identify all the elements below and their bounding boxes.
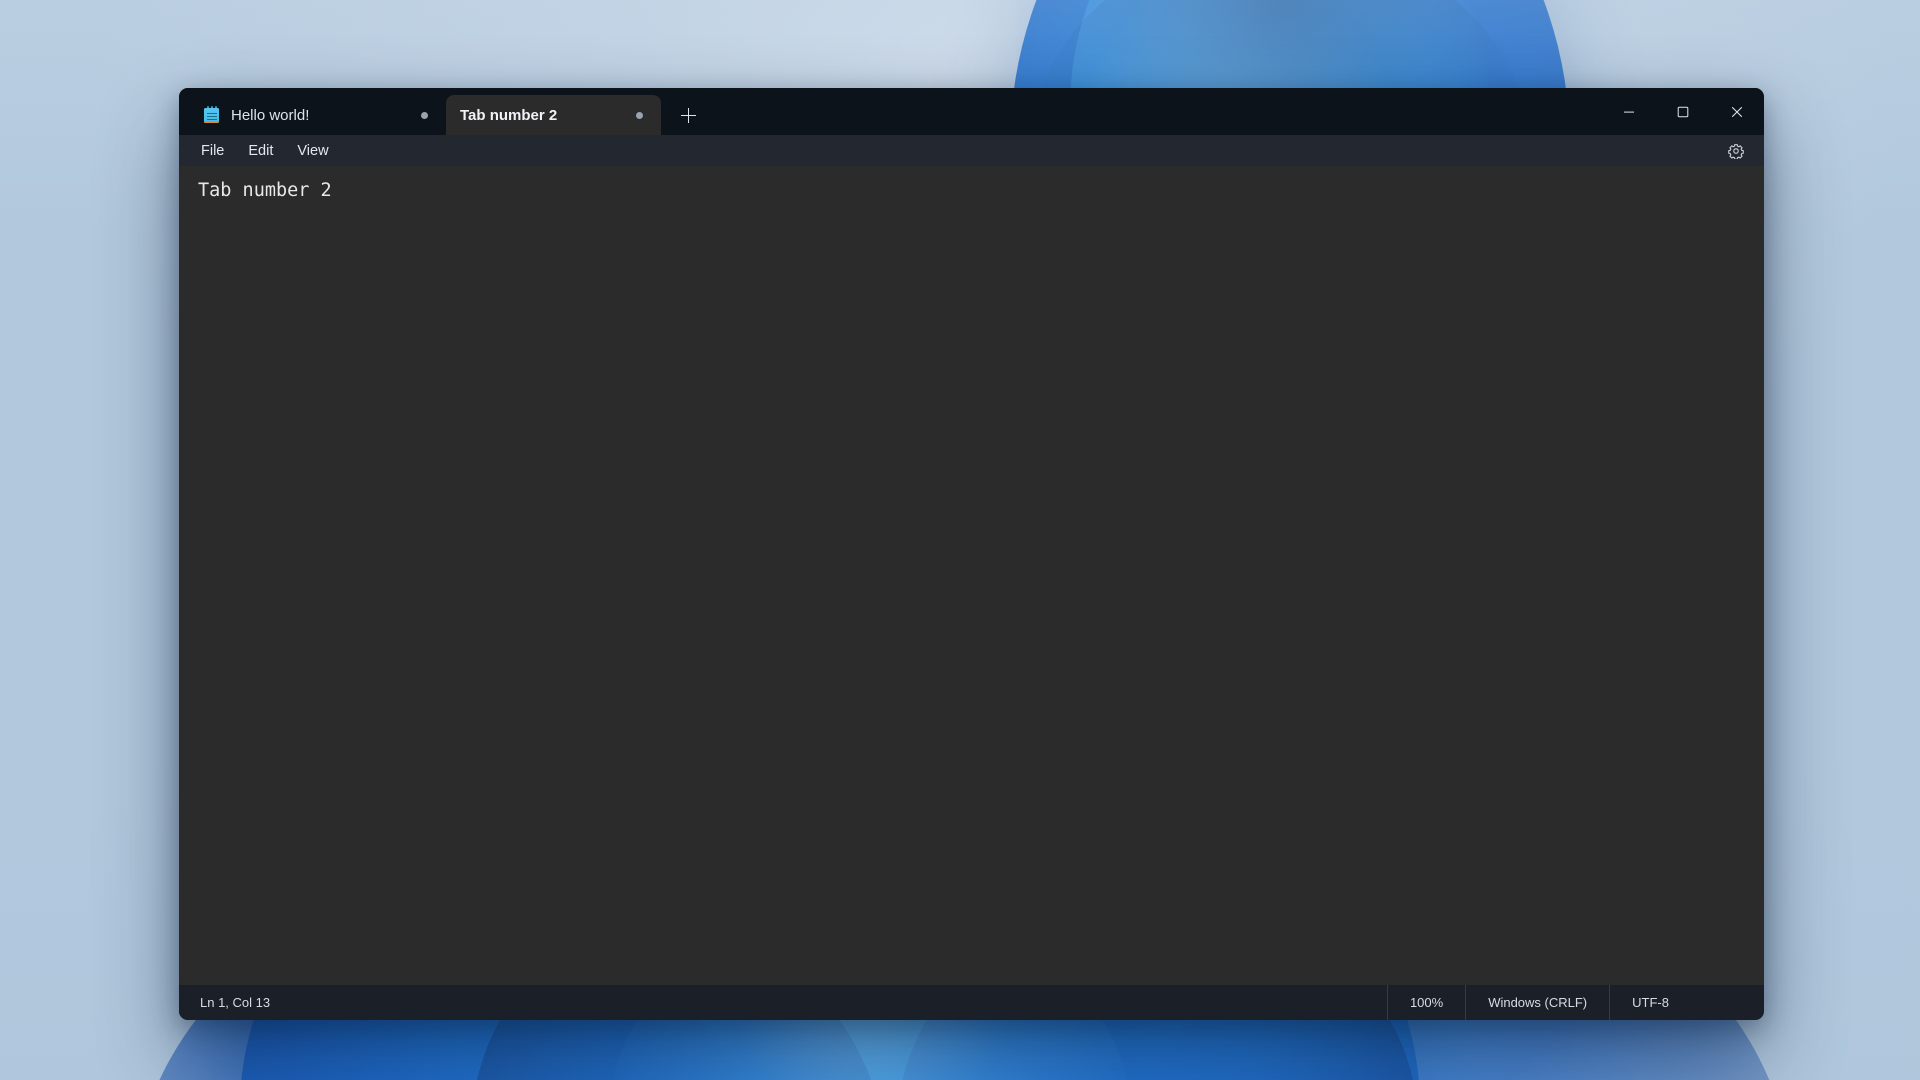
plus-icon: [680, 107, 696, 123]
tab-strip: Hello world! Tab number 2: [179, 88, 709, 135]
tab-tab-number-2[interactable]: Tab number 2: [446, 95, 661, 135]
maximize-icon: [1677, 106, 1689, 117]
notepad-window: Hello world! Tab number 2 File Edit View…: [179, 88, 1764, 1020]
settings-button[interactable]: [1722, 135, 1750, 166]
status-bar: Ln 1, Col 13 100% Windows (CRLF) UTF-8: [179, 985, 1764, 1020]
unsaved-dot[interactable]: [636, 111, 643, 119]
tab-label: Tab number 2: [460, 106, 558, 124]
minimize-icon: [1624, 111, 1634, 113]
close-icon: [1731, 106, 1743, 117]
tab-hello-world[interactable]: Hello world!: [191, 95, 446, 135]
menu-item-edit[interactable]: Edit: [236, 139, 285, 163]
menu-item-file[interactable]: File: [189, 139, 236, 163]
status-encoding[interactable]: UTF-8: [1609, 985, 1764, 1020]
new-tab-button[interactable]: [667, 95, 709, 135]
unsaved-dot[interactable]: [421, 111, 428, 119]
status-cursor-position: Ln 1, Col 13: [200, 995, 271, 1010]
gear-icon: [1728, 143, 1744, 159]
status-right-group: 100% Windows (CRLF) UTF-8: [1386, 985, 1764, 1020]
notepad-icon: [203, 106, 221, 124]
status-zoom[interactable]: 100%: [1386, 985, 1465, 1020]
titlebar: Hello world! Tab number 2: [179, 88, 1764, 135]
editor-content: Tab number 2: [198, 180, 332, 201]
minimize-button[interactable]: [1602, 88, 1656, 135]
window-controls: [1602, 88, 1764, 135]
tab-label: Hello world!: [231, 106, 310, 124]
menu-bar: File Edit View: [179, 135, 1764, 166]
close-button[interactable]: [1710, 88, 1764, 135]
text-editor[interactable]: Tab number 2: [179, 166, 1764, 985]
menu-item-view[interactable]: View: [285, 139, 340, 163]
status-line-ending[interactable]: Windows (CRLF): [1465, 985, 1609, 1020]
maximize-button[interactable]: [1656, 88, 1710, 135]
desktop: Hello world! Tab number 2 File Edit View…: [0, 0, 1920, 1080]
